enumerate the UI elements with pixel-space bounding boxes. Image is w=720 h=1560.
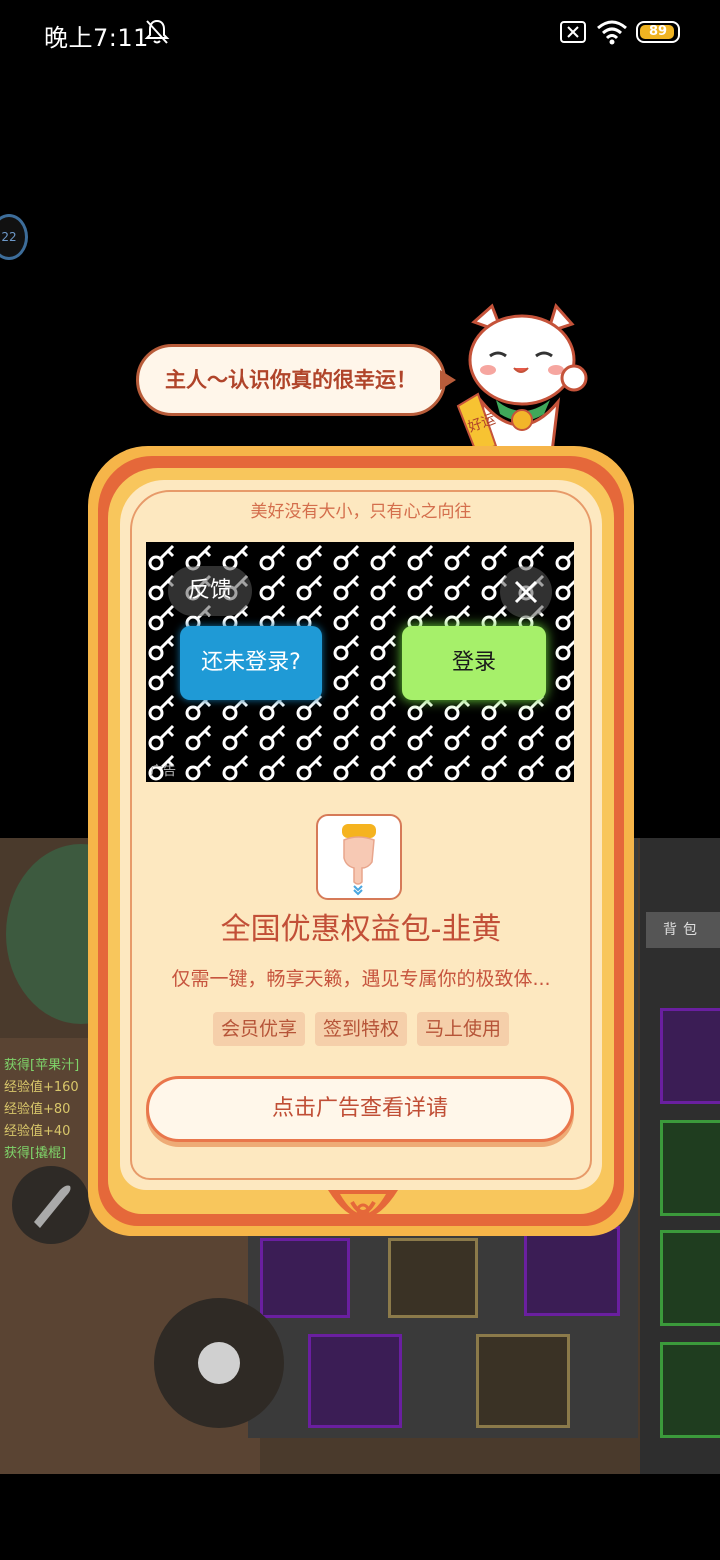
clock: 晚上7:11 (44, 24, 149, 52)
app-description: 仅需一键，畅享天籁，遇见专属你的极致体... (171, 968, 551, 990)
log-line: 获得[苹果汁] (4, 1058, 80, 1073)
battery-level: 89 (648, 24, 668, 39)
app-icon[interactable] (316, 814, 402, 900)
side-badge[interactable]: 22 (0, 214, 28, 260)
close-icon (514, 580, 538, 604)
inventory-slot[interactable] (524, 1226, 620, 1316)
log-line: 经验值+40 (4, 1124, 71, 1139)
motto-text: 美好没有大小，只有心之向往 (250, 502, 472, 522)
tag: 马上使用 (417, 1012, 510, 1046)
wifi-icon (597, 20, 627, 45)
tag: 签到特权 (314, 1012, 407, 1046)
inventory-slot[interactable] (660, 1230, 720, 1326)
bottom-bar (0, 1474, 720, 1560)
inventory-slot[interactable] (660, 1120, 720, 1216)
tag-list: 会员优享 签到特权 马上使用 (120, 1012, 602, 1046)
battery-icon: 89 (636, 21, 680, 43)
fire-button[interactable] (12, 1166, 90, 1244)
speech-bubble: 主人～认识你真的很幸运！ (136, 344, 446, 416)
app-title: 全国优惠权益包-韭黄 (220, 912, 502, 947)
log-line: 获得[撬棍] (4, 1146, 67, 1161)
feedback-button[interactable]: 反馈 (168, 566, 252, 616)
view-ad-details-button[interactable]: 点击广告查看详请 (146, 1076, 574, 1142)
bell-muted-icon (144, 19, 170, 44)
no-sim-icon (560, 21, 586, 43)
inventory-slot[interactable] (260, 1238, 350, 1318)
inventory-slot[interactable] (660, 1008, 720, 1104)
log-line: 经验值+80 (4, 1102, 71, 1117)
inventory-slot[interactable] (308, 1334, 402, 1428)
close-button[interactable] (500, 566, 552, 618)
cta-label: 点击广告查看详请 (271, 1096, 448, 1121)
ad-tag: 广告 (150, 764, 177, 779)
bag-button[interactable]: 背包 (646, 912, 720, 948)
pointing-hand-icon (342, 824, 376, 896)
not-logged-in-button[interactable]: 还未登录? (180, 626, 322, 700)
inventory-slot[interactable] (476, 1334, 570, 1428)
inventory-slot[interactable] (660, 1342, 720, 1438)
log-line: 经验值+160 (4, 1080, 79, 1095)
inventory-slot[interactable] (388, 1238, 478, 1318)
swirl-ornament-icon (328, 1190, 398, 1218)
movement-joystick[interactable] (154, 1298, 284, 1428)
speech-text: 主人～认识你真的很幸运！ (165, 368, 417, 392)
bullet-icon (34, 1185, 71, 1228)
status-bar: 晚上7:11 89 (0, 0, 720, 64)
login-button[interactable]: 登录 (402, 626, 546, 700)
lucky-cat-icon: 好运 (456, 303, 588, 452)
joystick-knob[interactable] (198, 1342, 240, 1384)
tag: 会员优享 (212, 1012, 305, 1046)
